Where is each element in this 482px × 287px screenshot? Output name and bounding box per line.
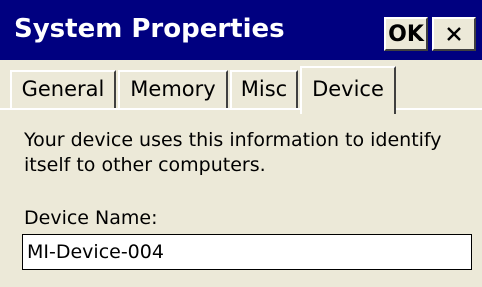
device-description: Your device uses this information to ide… [24, 129, 442, 176]
title-bar: System Properties OK [0, 0, 482, 60]
tab-general[interactable]: General [10, 70, 116, 108]
device-name-label: Device Name: [24, 207, 158, 229]
tab-strip: General Memory Misc Device [0, 60, 482, 114]
window-title: System Properties [14, 14, 285, 44]
tab-device[interactable]: Device [300, 66, 396, 114]
tab-memory[interactable]: Memory [118, 70, 228, 108]
device-name-input[interactable] [22, 234, 472, 270]
close-button[interactable] [432, 17, 476, 51]
tab-divider [0, 108, 482, 110]
close-icon [447, 27, 461, 41]
system-properties-window: System Properties OK General Memory Misc… [0, 0, 482, 287]
tab-misc[interactable]: Misc [230, 70, 298, 108]
ok-button[interactable]: OK [384, 17, 428, 51]
